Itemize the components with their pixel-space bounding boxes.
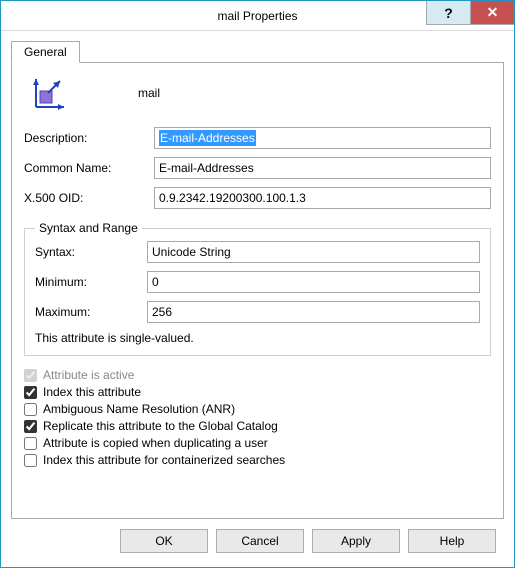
tabstrip: General bbox=[11, 41, 504, 63]
button-row: OK Cancel Apply Help bbox=[11, 519, 504, 561]
check-index-attribute[interactable]: Index this attribute bbox=[24, 385, 491, 399]
client-area: General mail Descri bbox=[1, 31, 514, 567]
check-copy-duplicate[interactable]: Attribute is copied when duplicating a u… bbox=[24, 436, 491, 450]
close-icon: ✕ bbox=[487, 4, 499, 21]
check-attribute-active: Attribute is active bbox=[24, 368, 491, 382]
description-label: Description: bbox=[24, 131, 154, 145]
apply-button[interactable]: Apply bbox=[312, 529, 400, 553]
single-valued-note: This attribute is single-valued. bbox=[35, 331, 480, 345]
checkbox-index-container[interactable] bbox=[24, 454, 37, 467]
maximum-field[interactable] bbox=[147, 301, 480, 323]
check-replicate-gc[interactable]: Replicate this attribute to the Global C… bbox=[24, 419, 491, 433]
cancel-button[interactable]: Cancel bbox=[216, 529, 304, 553]
oid-field[interactable] bbox=[154, 187, 491, 209]
help-action-button[interactable]: Help bbox=[408, 529, 496, 553]
ok-button[interactable]: OK bbox=[120, 529, 208, 553]
close-button[interactable]: ✕ bbox=[470, 1, 514, 25]
tabpanel-general: mail Description: E-mail-Addresses Commo… bbox=[11, 62, 504, 519]
window-title: mail Properties bbox=[217, 9, 297, 23]
syntax-field[interactable] bbox=[147, 241, 480, 263]
minimum-label: Minimum: bbox=[35, 275, 147, 289]
attribute-icon bbox=[28, 73, 68, 113]
check-index-container-label: Index this attribute for containerized s… bbox=[43, 453, 285, 467]
syntax-range-legend: Syntax and Range bbox=[35, 221, 142, 235]
oid-label: X.500 OID: bbox=[24, 191, 154, 205]
help-button[interactable]: ? bbox=[426, 1, 470, 25]
check-anr-label: Ambiguous Name Resolution (ANR) bbox=[43, 402, 235, 416]
checkbox-copy-duplicate[interactable] bbox=[24, 437, 37, 450]
checkbox-anr[interactable] bbox=[24, 403, 37, 416]
titlebar-controls: ? ✕ bbox=[426, 1, 514, 25]
check-attribute-active-label: Attribute is active bbox=[43, 368, 134, 382]
description-field[interactable]: E-mail-Addresses bbox=[154, 127, 491, 149]
checkbox-replicate-gc[interactable] bbox=[24, 420, 37, 433]
checkbox-attribute-active bbox=[24, 369, 37, 382]
checkbox-group: Attribute is active Index this attribute… bbox=[24, 368, 491, 467]
titlebar: mail Properties ? ✕ bbox=[1, 1, 514, 31]
syntax-range-group: Syntax and Range Syntax: Minimum: Maximu… bbox=[24, 221, 491, 356]
minimum-field[interactable] bbox=[147, 271, 480, 293]
check-replicate-gc-label: Replicate this attribute to the Global C… bbox=[43, 419, 278, 433]
help-icon: ? bbox=[444, 5, 453, 21]
common-name-field[interactable] bbox=[154, 157, 491, 179]
dialog-window: mail Properties ? ✕ General bbox=[0, 0, 515, 568]
header-row: mail bbox=[24, 73, 491, 113]
syntax-label: Syntax: bbox=[35, 245, 147, 259]
check-index-attribute-label: Index this attribute bbox=[43, 385, 141, 399]
check-copy-duplicate-label: Attribute is copied when duplicating a u… bbox=[43, 436, 268, 450]
description-value: E-mail-Addresses bbox=[159, 130, 256, 146]
attribute-name: mail bbox=[138, 86, 160, 100]
common-name-label: Common Name: bbox=[24, 161, 154, 175]
tab-general[interactable]: General bbox=[11, 41, 80, 63]
check-anr[interactable]: Ambiguous Name Resolution (ANR) bbox=[24, 402, 491, 416]
maximum-label: Maximum: bbox=[35, 305, 147, 319]
checkbox-index-attribute[interactable] bbox=[24, 386, 37, 399]
check-index-container[interactable]: Index this attribute for containerized s… bbox=[24, 453, 491, 467]
